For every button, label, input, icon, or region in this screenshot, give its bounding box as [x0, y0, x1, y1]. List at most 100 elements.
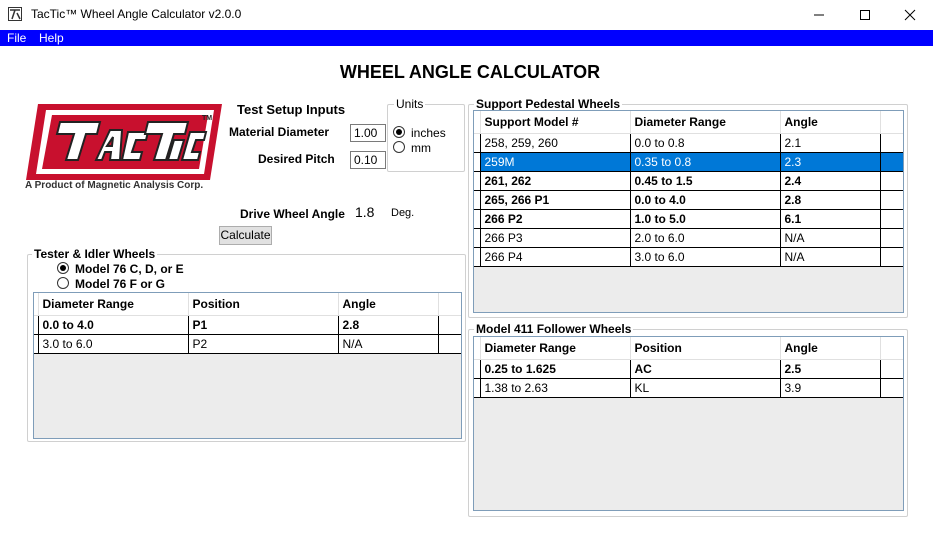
grid-cell[interactable]: 261, 262: [480, 171, 631, 191]
material-diameter-label: Material Diameter: [229, 125, 330, 139]
column-header-filler: [880, 337, 903, 360]
desired-pitch-input[interactable]: [350, 151, 386, 169]
grid-cell-filler: [880, 228, 903, 248]
model-76-fg-radio[interactable]: [57, 277, 69, 289]
column-header[interactable]: Angle: [338, 293, 439, 316]
grid-cell[interactable]: P2: [188, 334, 339, 354]
close-icon: [904, 9, 916, 21]
column-header[interactable]: Diameter Range: [38, 293, 189, 316]
grid-cell[interactable]: 0.45 to 1.5: [630, 171, 781, 191]
grid-cell[interactable]: 258, 259, 260: [480, 133, 631, 153]
maximize-button[interactable]: [842, 0, 888, 30]
grid-cell[interactable]: N/A: [338, 334, 439, 354]
table-row[interactable]: 265, 266 P1 0.0 to 4.0 2.8: [474, 190, 903, 210]
table-row[interactable]: 258, 259, 260 0.0 to 0.8 2.1: [474, 133, 903, 153]
column-header[interactable]: Diameter Range: [480, 337, 631, 360]
support-pedestal-grid: Support Model # Diameter Range Angle 258…: [473, 110, 904, 313]
title-bar: TacTic™ Wheel Angle Calculator v2.0.0: [0, 0, 933, 30]
table-row[interactable]: 0.0 to 4.0 P1 2.8: [34, 315, 461, 335]
grid-cell[interactable]: 3.0 to 6.0: [38, 334, 189, 354]
menu-help[interactable]: Help: [39, 31, 64, 45]
table-row[interactable]: 266 P2 1.0 to 5.0 6.1: [474, 209, 903, 229]
column-header-filler: [438, 293, 461, 316]
column-header[interactable]: Angle: [780, 111, 881, 134]
table-row-selected[interactable]: 259M 0.35 to 0.8 2.3: [474, 152, 903, 172]
tester-idler-grid: Diameter Range Position Angle 0.0 to 4.0…: [33, 292, 462, 439]
units-mm-radio[interactable]: [393, 141, 405, 153]
grid-cell[interactable]: 0.0 to 4.0: [38, 315, 189, 335]
model-76-cde-radio[interactable]: [57, 262, 69, 274]
follower-wheels-title: Model 411 Follower Wheels: [474, 322, 634, 336]
setup-title: Test Setup Inputs: [237, 102, 346, 117]
grid-cell[interactable]: 266 P2: [480, 209, 631, 229]
grid-cell[interactable]: 0.0 to 0.8: [630, 133, 781, 153]
menu-file[interactable]: File: [7, 31, 26, 45]
grid-cell[interactable]: 0.0 to 4.0: [630, 190, 781, 210]
column-header[interactable]: Position: [630, 337, 781, 360]
grid-cell-filler: [880, 247, 903, 267]
grid-cell[interactable]: N/A: [780, 228, 881, 248]
grid-cell[interactable]: 6.1: [780, 209, 881, 229]
grid-cell-filler: [880, 171, 903, 191]
grid-cell[interactable]: 3.0 to 6.0: [630, 247, 781, 267]
grid-cell[interactable]: 259M: [480, 152, 631, 172]
minimize-button[interactable]: [796, 0, 842, 30]
maximize-icon: [860, 10, 870, 20]
table-row[interactable]: 3.0 to 6.0 P2 N/A: [34, 334, 461, 354]
grid-cell[interactable]: 266 P3: [480, 228, 631, 248]
grid-cell-filler: [880, 359, 903, 379]
grid-cell[interactable]: 265, 266 P1: [480, 190, 631, 210]
units-title: Units: [394, 97, 426, 111]
units-inches-radio[interactable]: [393, 126, 405, 138]
column-header[interactable]: Diameter Range: [630, 111, 781, 134]
grid-cell[interactable]: 266 P4: [480, 247, 631, 267]
grid-cell[interactable]: 0.35 to 0.8: [630, 152, 781, 172]
grid-cell[interactable]: KL: [630, 378, 781, 398]
menu-bar: File Help: [0, 30, 933, 46]
minimize-icon: [814, 14, 824, 16]
trademark-mark: TM: [202, 115, 212, 122]
grid-cell-filler: [880, 152, 903, 172]
grid-cell[interactable]: 2.8: [338, 315, 439, 335]
model-76-fg-label: Model 76 F or G: [75, 277, 166, 291]
grid-cell-filler: [438, 334, 461, 354]
grid-header-row: Diameter Range Position Angle: [474, 337, 903, 360]
table-row[interactable]: 1.38 to 2.63 KL 3.9: [474, 378, 903, 398]
grid-cell[interactable]: AC: [630, 359, 781, 379]
grid-cell[interactable]: 2.1: [780, 133, 881, 153]
page-title: WHEEL ANGLE CALCULATOR: [339, 62, 601, 82]
grid-cell[interactable]: 0.25 to 1.625: [480, 359, 631, 379]
material-diameter-input[interactable]: [350, 124, 386, 142]
table-row[interactable]: 266 P3 2.0 to 6.0 N/A: [474, 228, 903, 248]
grid-header-row: Support Model # Diameter Range Angle: [474, 111, 903, 134]
units-mm-label: mm: [411, 141, 431, 155]
grid-cell[interactable]: N/A: [780, 247, 881, 267]
follower-wheels-grid: Diameter Range Position Angle 0.25 to 1.…: [473, 336, 904, 511]
drive-wheel-angle-value: 1.8: [355, 204, 375, 220]
app-icon: [8, 7, 22, 21]
grid-cell[interactable]: 3.9: [780, 378, 881, 398]
tester-idler-title: Tester & Idler Wheels: [32, 247, 158, 261]
calculate-button[interactable]: Calculate: [219, 226, 272, 245]
close-button[interactable]: [887, 0, 933, 30]
drive-wheel-angle-label: Drive Wheel Angle: [240, 207, 345, 221]
grid-cell[interactable]: 2.8: [780, 190, 881, 210]
grid-cell[interactable]: 2.0 to 6.0: [630, 228, 781, 248]
column-header[interactable]: Angle: [780, 337, 881, 360]
grid-cell[interactable]: 2.4: [780, 171, 881, 191]
grid-cell[interactable]: 1.38 to 2.63: [480, 378, 631, 398]
column-header[interactable]: Support Model #: [480, 111, 631, 134]
table-row[interactable]: 0.25 to 1.625 AC 2.5: [474, 359, 903, 379]
support-pedestal-title: Support Pedestal Wheels: [474, 97, 623, 111]
grid-cell-filler: [880, 190, 903, 210]
grid-cell-filler: [880, 378, 903, 398]
grid-cell[interactable]: P1: [188, 315, 339, 335]
grid-cell[interactable]: 2.5: [780, 359, 881, 379]
grid-cell[interactable]: 2.3: [780, 152, 881, 172]
column-header[interactable]: Position: [188, 293, 339, 316]
units-inches-label: inches: [411, 126, 446, 140]
table-row[interactable]: 261, 262 0.45 to 1.5 2.4: [474, 171, 903, 191]
grid-cell[interactable]: 1.0 to 5.0: [630, 209, 781, 229]
window-title: TacTic™ Wheel Angle Calculator v2.0.0: [31, 7, 242, 21]
table-row[interactable]: 266 P4 3.0 to 6.0 N/A: [474, 247, 903, 267]
